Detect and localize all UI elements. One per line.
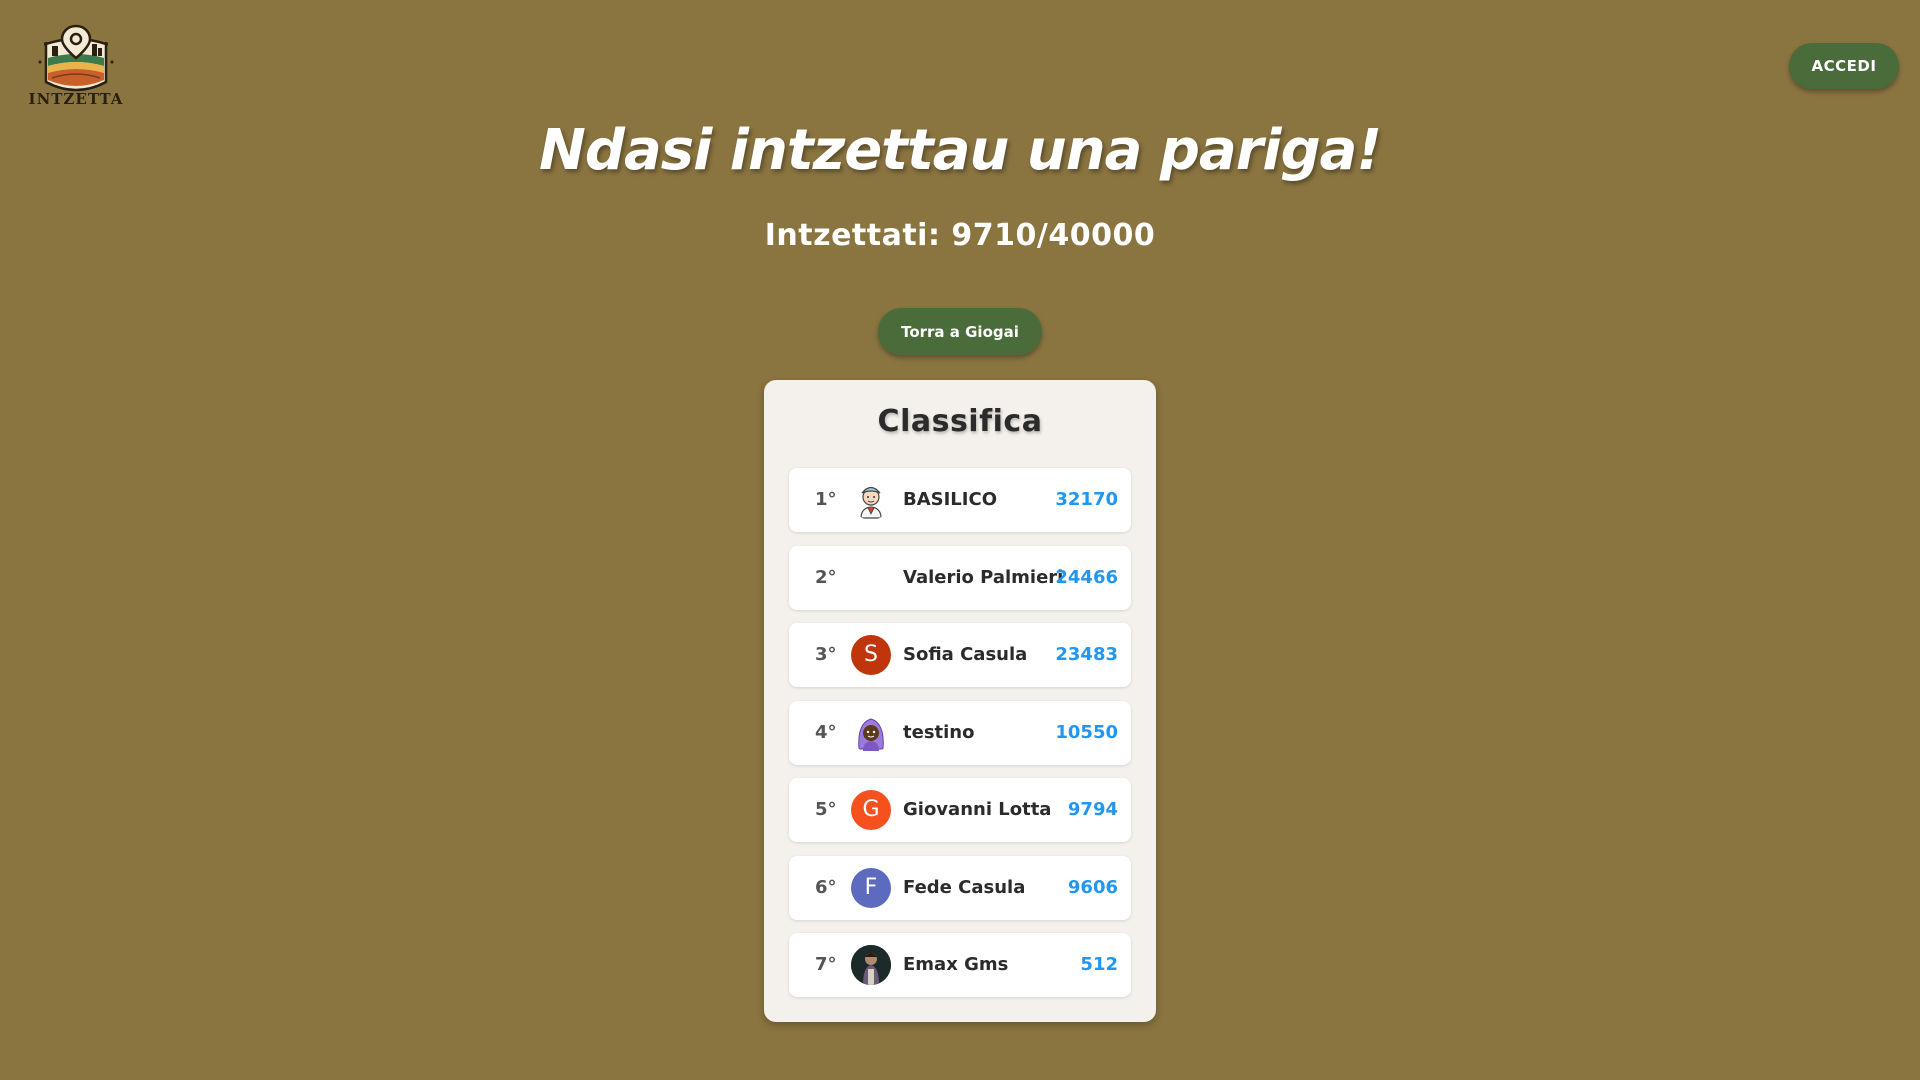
rank-label: 6°: [815, 876, 837, 898]
cartoon-man-icon: [851, 480, 891, 520]
avatar-letter: G: [851, 790, 891, 830]
player-score: 23483: [1055, 644, 1118, 665]
login-button[interactable]: ACCEDI: [1789, 43, 1899, 89]
player-name: BASILICO: [903, 489, 997, 510]
photo-icon: [851, 945, 891, 985]
player-score: 512: [1080, 954, 1118, 975]
player-name: Valerio Palmieri: [903, 566, 1064, 588]
player-score: 10550: [1055, 721, 1118, 743]
rank-label: 7°: [815, 954, 837, 975]
page: INTZETTA ACCEDI Ndasi intzettau una pari…: [0, 0, 1920, 1080]
cartoon-woman-icon: [851, 712, 891, 753]
leaderboard-card: Classifica 1° BASILICO 32170 2° Valerio …: [764, 380, 1156, 1022]
player-score: 9794: [1067, 799, 1118, 820]
logo-text: INTZETTA: [28, 90, 124, 108]
leaderboard-row: 6° F Fede Casula 9606: [789, 855, 1131, 920]
rank-label: 4°: [815, 721, 837, 743]
player-score: 32170: [1055, 489, 1118, 510]
leaderboard-title: Classifica: [877, 404, 1043, 439]
leaderboard-row: 1° BASILICO 32170: [789, 468, 1131, 532]
leaderboard-row: 2° Valerio Palmieri 24466: [789, 545, 1131, 610]
player-name: Sofia Casula: [903, 644, 1028, 665]
rank-label: 3°: [815, 644, 837, 665]
leaderboard-row: 4° testino 10550: [789, 700, 1131, 765]
leaderboard-row: 5° G Giovanni Lotta 9794: [789, 778, 1131, 842]
player-score: 24466: [1055, 566, 1118, 588]
progress-counter: Intzettati: 9710/40000: [764, 218, 1156, 253]
rank-label: 5°: [815, 799, 837, 820]
rank-label: 2°: [815, 566, 837, 588]
avatar-letter: S: [851, 635, 891, 675]
leaderboard-list: 1° BASILICO 32170 2° Valerio Palmieri 24…: [789, 468, 1131, 1011]
player-name: Fede Casula: [903, 876, 1026, 898]
rank-label: 1°: [815, 489, 837, 510]
player-name: testino: [903, 721, 975, 743]
intzetta-logo[interactable]: INTZETTA: [28, 18, 124, 114]
player-name: Giovanni Lotta: [903, 799, 1052, 820]
leaderboard-row: 7° Emax Gms 512: [789, 933, 1131, 997]
play-again-button[interactable]: Torra a Giogai: [878, 308, 1042, 355]
player-name: Emax Gms: [903, 954, 1009, 975]
avatar-letter: F: [851, 867, 891, 908]
leaderboard-row: 3° S Sofia Casula 23483: [789, 623, 1131, 687]
player-score: 9606: [1067, 876, 1118, 898]
page-headline: Ndasi intzettau una pariga!: [539, 118, 1382, 183]
